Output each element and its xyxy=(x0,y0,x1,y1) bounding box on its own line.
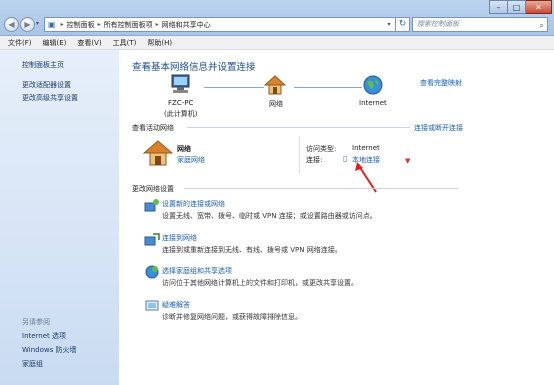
map-link-line-1 xyxy=(204,87,264,88)
menu-view[interactable]: 查看(V) xyxy=(77,38,101,48)
refresh-icon[interactable]: ↻ xyxy=(396,17,410,32)
main-content: 查看基本网络信息并设置连接 查看完整映射 FZC-PC (此计算机) 网络 In… xyxy=(119,50,554,385)
menu-bar: 文件(F) 编辑(E) 查看(V) 工具(T) 帮助(H) xyxy=(0,36,554,50)
title-bar: ◀ ▶ ▾ ▣ ▸ 控制面板 ▸ 所有控制面板项 ▸ 网络和共享中心 ▾ ↻ 搜… xyxy=(0,0,554,36)
breadcrumb-all-items[interactable]: 所有控制面板项 xyxy=(104,20,153,30)
task-homegroup-link[interactable]: 选择家庭组和共享选项 xyxy=(162,266,232,276)
breadcrumb-separator: ▸ xyxy=(97,21,101,28)
task-setup-connection-link[interactable]: 设置新的连接或网络 xyxy=(162,199,225,209)
dropdown-arrow-icon: ▼ xyxy=(405,157,411,165)
page-title: 查看基本网络信息并设置连接 xyxy=(132,62,256,73)
close-button[interactable]: ✕ xyxy=(526,0,552,14)
active-network-name: 网络 xyxy=(177,145,191,153)
map-pc-sub: (此计算机) xyxy=(164,110,198,118)
address-dropdown-icon[interactable]: ▾ xyxy=(382,17,396,32)
sidebar-item-windows-firewall[interactable]: Windows 防火墙 xyxy=(22,345,76,355)
minimize-button[interactable]: – xyxy=(489,0,508,14)
task-troubleshoot-link[interactable]: 疑难解答 xyxy=(162,300,190,310)
access-type-value: Internet xyxy=(352,144,380,152)
section-divider xyxy=(187,127,410,128)
new-connection-icon xyxy=(144,199,159,212)
breadcrumb-control-panel[interactable]: 控制面板 xyxy=(67,20,95,30)
house-icon xyxy=(264,75,286,95)
menu-file[interactable]: 文件(F) xyxy=(8,38,32,48)
connect-disconnect-link[interactable]: 连接或断开连接 xyxy=(414,123,463,133)
sidebar-item-change-adapter[interactable]: 更改适配器设置 xyxy=(22,80,71,90)
computer-icon xyxy=(171,74,190,93)
sidebar: 控制面板主页 更改适配器设置 更改高级共享设置 另请参阅 Internet 选项… xyxy=(0,50,119,385)
active-network-type-link[interactable]: 家庭网络 xyxy=(177,155,205,165)
maximize-button[interactable]: □ xyxy=(508,0,526,14)
sidebar-item-control-panel-home[interactable]: 控制面板主页 xyxy=(22,60,64,70)
back-button[interactable]: ◀ xyxy=(4,17,19,32)
search-placeholder: 搜索控制面板 xyxy=(417,20,459,28)
map-pc-name: FZC-PC xyxy=(168,99,194,107)
access-type-label: 访问类型: xyxy=(306,145,337,153)
breadcrumb-separator: ▸ xyxy=(60,21,64,28)
homegroup-icon xyxy=(145,265,159,279)
recent-pages-dropdown[interactable]: ▾ xyxy=(36,20,39,27)
menu-help[interactable]: 帮助(H) xyxy=(147,38,172,48)
troubleshoot-icon xyxy=(145,300,159,311)
sidebar-item-homegroup[interactable]: 家庭组 xyxy=(22,359,43,369)
change-settings-heading: 更改网络设置 xyxy=(132,185,174,193)
task-connect-network-desc: 连接到或重新连接到无线、有线、拨号或 VPN 网络连接。 xyxy=(162,246,342,254)
view-full-map-link[interactable]: 查看完整映射 xyxy=(420,78,462,88)
ethernet-icon: ▯ xyxy=(343,154,348,163)
active-networks-heading: 查看活动网络 xyxy=(132,124,174,132)
vertical-divider xyxy=(299,136,300,174)
forward-button[interactable]: ▶ xyxy=(20,17,35,32)
see-also-heading: 另请参阅 xyxy=(22,318,50,326)
breadcrumb-separator: ▸ xyxy=(155,21,159,28)
home-network-icon xyxy=(143,140,173,166)
connect-network-icon xyxy=(144,233,160,246)
address-bar[interactable]: ▣ ▸ 控制面板 ▸ 所有控制面板项 ▸ 网络和共享中心 xyxy=(44,17,396,32)
map-link-line-2 xyxy=(294,87,362,88)
breadcrumb-network-center[interactable]: 网络和共享中心 xyxy=(162,20,211,30)
menu-edit[interactable]: 编辑(E) xyxy=(43,38,67,48)
map-internet-label: Internet xyxy=(359,99,387,107)
menu-tools[interactable]: 工具(T) xyxy=(113,38,137,48)
task-setup-connection-desc: 设置无线、宽带、拨号、临时或 VPN 连接；或设置路由器或访问点。 xyxy=(162,212,377,220)
annotation-arrow-icon xyxy=(355,162,377,193)
task-homegroup-desc: 访问位于其他网络计算机上的文件和打印机，或更改共享设置。 xyxy=(162,279,358,287)
sidebar-item-advanced-sharing[interactable]: 更改高级共享设置 xyxy=(22,93,78,103)
globe-icon xyxy=(363,75,383,95)
sidebar-item-internet-options[interactable]: Internet 选项 xyxy=(22,331,66,341)
map-network-label: 网络 xyxy=(269,100,283,108)
connections-label: 连接: xyxy=(306,156,323,164)
search-icon[interactable]: ⌕ xyxy=(540,19,544,32)
section-divider xyxy=(184,188,458,189)
breadcrumb-root-icon: ▣ xyxy=(48,20,56,29)
task-troubleshoot-desc: 诊断并修复网络问题，或获得故障排除信息。 xyxy=(162,313,302,321)
search-input[interactable]: 搜索控制面板 ⌕ xyxy=(412,17,548,32)
task-connect-network-link[interactable]: 连接到网络 xyxy=(162,233,197,243)
